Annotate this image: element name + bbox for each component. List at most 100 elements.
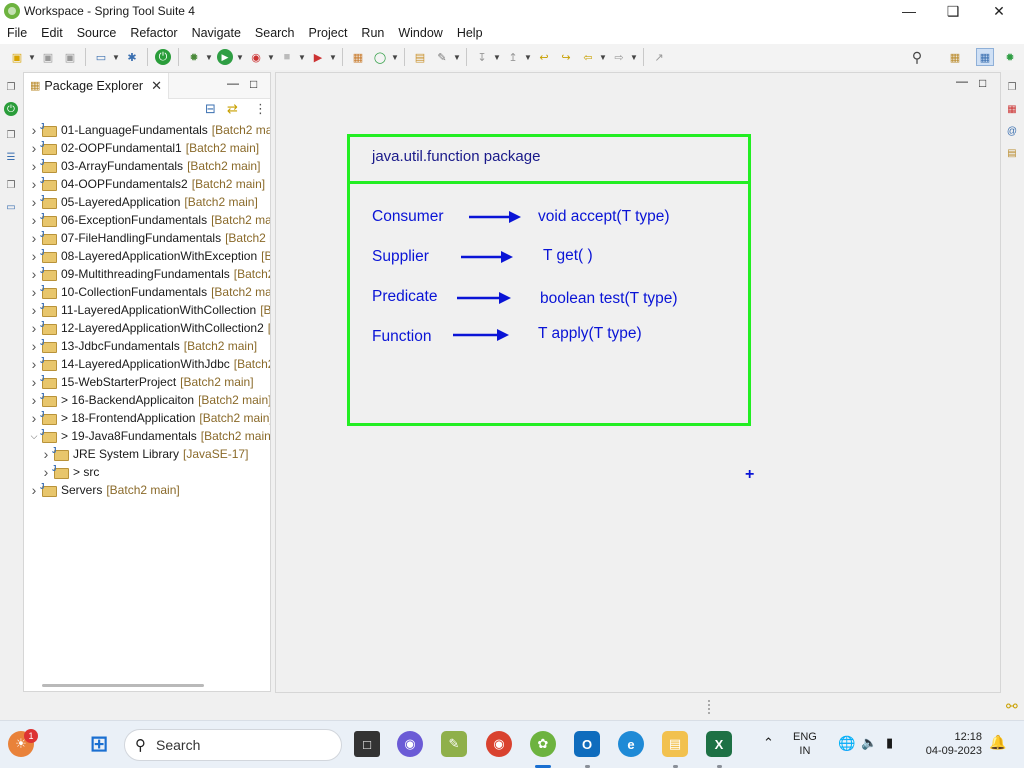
javadoc-icon[interactable]: @ xyxy=(1005,124,1019,138)
menu-file[interactable]: File xyxy=(0,22,34,44)
clock[interactable]: 12:18 04-09-2023 xyxy=(914,730,982,758)
taskbar-search-box[interactable]: ⚲ Search xyxy=(124,729,342,761)
chrome-icon[interactable]: ◉ xyxy=(486,731,512,757)
menu-source[interactable]: Source xyxy=(70,22,124,44)
project-item[interactable]: › J Servers [Batch2 main] xyxy=(28,481,180,499)
view-menu-icon[interactable]: ⋮ xyxy=(254,101,267,117)
link-with-editor-icon[interactable]: ⇄ xyxy=(227,101,238,117)
chevron-right-icon[interactable]: › xyxy=(28,158,40,174)
maximize-editor-icon[interactable]: □ xyxy=(979,76,986,90)
paint-icon[interactable]: ✎ xyxy=(441,731,467,757)
menu-edit[interactable]: Edit xyxy=(34,22,70,44)
back-icon[interactable]: ⇦ xyxy=(580,49,596,65)
file-explorer-icon[interactable]: ▤ xyxy=(662,731,688,757)
forward-history-icon[interactable]: ↪ xyxy=(558,49,574,65)
chevron-right-icon[interactable]: › xyxy=(28,194,40,210)
minimize-button[interactable]: — xyxy=(886,0,932,22)
project-item[interactable]: › J 15-WebStarterProject [Batch2 main] xyxy=(28,373,254,391)
chevron-right-icon[interactable]: › xyxy=(28,392,40,408)
project-item[interactable]: ›J14-LayeredApplicationWithJdbc[Batch2 m… xyxy=(28,355,270,373)
pin-editor-icon[interactable]: ↗ xyxy=(651,49,667,65)
close-icon[interactable]: ✕ xyxy=(151,78,162,94)
run-dropdown-icon[interactable]: ▼ xyxy=(236,53,244,62)
project-item[interactable]: › J > 18-FrontendApplication [Batch2 main] xyxy=(28,409,270,427)
menu-search[interactable]: Search xyxy=(248,22,302,44)
chevron-right-icon[interactable]: › xyxy=(28,230,40,246)
find-icon[interactable]: ⚲ xyxy=(909,49,925,65)
menu-navigate[interactable]: Navigate xyxy=(185,22,248,44)
restore-icon[interactable]: ❐ xyxy=(4,178,18,192)
chevron-right-icon[interactable]: › xyxy=(28,410,40,426)
project-item[interactable]: ›J09-MultithreadingFundamentals[Batch2 m… xyxy=(28,265,270,283)
external-tools-dropdown-icon[interactable]: ▼ xyxy=(329,53,337,62)
project-item[interactable]: ›J06-ExceptionFundamentals[Batch2 main] xyxy=(28,211,270,229)
restore-icon[interactable]: ❐ xyxy=(1005,80,1019,94)
forward-dropdown-icon[interactable]: ▼ xyxy=(630,53,638,62)
console-icon[interactable]: ▭ xyxy=(4,200,18,214)
project-item[interactable]: ›J11-LayeredApplicationWithCollection[Ba… xyxy=(28,301,270,319)
project-item[interactable]: › J 03-ArrayFundamentals [Batch2 main] xyxy=(28,157,261,175)
spring-perspective-icon[interactable]: ✹ xyxy=(1002,49,1018,65)
open-type-icon[interactable]: ▤ xyxy=(412,49,428,65)
terminal-dropdown-icon[interactable]: ▼ xyxy=(112,53,120,62)
chevron-right-icon[interactable]: › xyxy=(40,446,52,462)
menu-window[interactable]: Window xyxy=(391,22,449,44)
teams-chat-icon[interactable]: ◉ xyxy=(397,731,423,757)
minimize-view-icon[interactable]: — xyxy=(227,76,239,90)
tree-child-item[interactable]: › J JRE System Library [JavaSE-17] xyxy=(40,445,249,463)
project-item[interactable]: ⌵ J > 19-Java8Fundamentals [Batch2 main] xyxy=(28,427,270,445)
problems-icon[interactable]: ▦ xyxy=(1005,102,1019,116)
next-annotation-dropdown-icon[interactable]: ▼ xyxy=(493,53,501,62)
network-icon[interactable]: 🌐 xyxy=(838,735,855,752)
show-hidden-icons-icon[interactable]: ⌃ xyxy=(763,735,774,751)
previous-annotation-dropdown-icon[interactable]: ▼ xyxy=(524,53,532,62)
restore-icon[interactable]: ❐ xyxy=(4,80,18,94)
menu-refactor[interactable]: Refactor xyxy=(123,22,184,44)
new-java-class-icon[interactable]: ◯ xyxy=(372,49,388,65)
project-item[interactable]: › J > 16-BackendApplicaiton [Batch2 main] xyxy=(28,391,270,409)
notifications-icon[interactable]: 🔔 xyxy=(989,734,1006,751)
lightbulb-icon[interactable]: ⚯ xyxy=(1006,698,1018,715)
declaration-icon[interactable]: ▤ xyxy=(1005,146,1019,160)
chevron-right-icon[interactable]: › xyxy=(28,248,40,264)
debug-dropdown-icon[interactable]: ▼ xyxy=(205,53,213,62)
back-dropdown-icon[interactable]: ▼ xyxy=(599,53,607,62)
boot-dashboard-icon[interactable]: ⏻ xyxy=(4,102,18,116)
search-dropdown-icon[interactable]: ▼ xyxy=(453,53,461,62)
project-item[interactable]: ›J10-CollectionFundamentals[Batch2 main] xyxy=(28,283,270,301)
coverage-dropdown-icon[interactable]: ▼ xyxy=(267,53,275,62)
last-edit-location-icon[interactable]: ↩ xyxy=(536,49,552,65)
task-view-icon[interactable]: □ xyxy=(354,731,380,757)
spring-boot-dashboard-icon[interactable]: ⏻ xyxy=(155,49,171,65)
edge-icon[interactable]: e xyxy=(618,731,644,757)
outlook-icon[interactable]: O xyxy=(574,731,600,757)
battery-icon[interactable]: ▮ xyxy=(886,735,893,751)
maximize-button[interactable]: ❑ xyxy=(930,0,976,22)
new-java-package-icon[interactable]: ▦ xyxy=(350,49,366,65)
java-perspective-icon[interactable]: ▦ xyxy=(976,48,994,66)
tab-package-explorer[interactable]: ▦ Package Explorer ✕ xyxy=(24,72,169,99)
chevron-down-icon[interactable]: ⌵ xyxy=(28,431,40,442)
restore-icon[interactable]: ❐ xyxy=(4,128,18,142)
minimize-editor-icon[interactable]: — xyxy=(956,74,968,88)
chevron-right-icon[interactable]: › xyxy=(28,122,40,138)
collapse-all-icon[interactable]: ⊟ xyxy=(205,101,216,117)
new-dropdown-icon[interactable]: ▼ xyxy=(28,53,36,62)
search-toolbar-icon[interactable]: ✎ xyxy=(434,49,450,65)
chevron-right-icon[interactable]: › xyxy=(28,356,40,372)
project-item[interactable]: ›J08-LayeredApplicationWithException[Bat… xyxy=(28,247,270,265)
previous-annotation-icon[interactable]: ↥ xyxy=(505,49,521,65)
tree-child-item[interactable]: › J > src xyxy=(40,463,100,481)
project-item[interactable]: › J 13-JdbcFundamentals [Batch2 main] xyxy=(28,337,257,355)
project-item[interactable]: › J 04-OOPFundamentals2 [Batch2 main] xyxy=(28,175,265,193)
chevron-right-icon[interactable]: › xyxy=(28,302,40,318)
stop-icon[interactable]: ■ xyxy=(279,49,295,65)
chevron-right-icon[interactable]: › xyxy=(28,284,40,300)
save-all-icon[interactable]: ▣ xyxy=(62,49,78,65)
project-item[interactable]: ›J07-FileHandlingFundamentals[Batch2 mai… xyxy=(28,229,270,247)
status-bar-grip[interactable] xyxy=(708,700,712,714)
chevron-right-icon[interactable]: › xyxy=(28,140,40,156)
external-tools-icon[interactable]: ▶ xyxy=(310,49,326,65)
project-item[interactable]: › J 02-OOPFundamental1 [Batch2 main] xyxy=(28,139,259,157)
project-item[interactable]: ›J12-LayeredApplicationWithCollection2 [B… xyxy=(28,319,270,337)
